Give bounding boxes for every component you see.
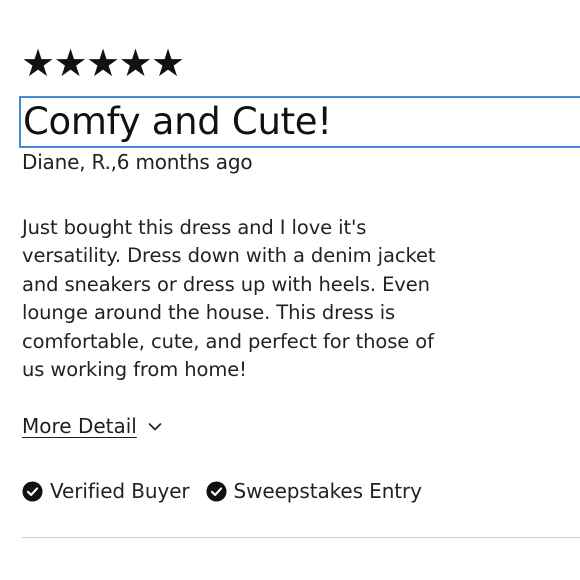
- star-rating: ★ ★ ★ ★ ★: [21, 41, 186, 85]
- review-title: Comfy and Cute!: [23, 100, 332, 143]
- verified-buyer-badge: Verified Buyer: [22, 478, 190, 504]
- more-detail-button[interactable]: More Detail: [22, 413, 162, 439]
- star-icon: ★: [86, 41, 121, 85]
- review-title-focus-box[interactable]: Comfy and Cute!: [19, 96, 580, 148]
- check-circle-icon: [22, 480, 43, 502]
- check-circle-icon: [206, 480, 227, 502]
- star-icon: ★: [151, 41, 186, 85]
- more-detail-label: More Detail: [22, 414, 137, 438]
- chevron-down-icon: [148, 423, 162, 431]
- star-icon: ★: [118, 41, 153, 85]
- review-body: Just bought this dress and I love it's v…: [22, 216, 436, 382]
- star-icon: ★: [21, 41, 56, 85]
- review-byline: Diane, R.,6 months ago: [22, 150, 253, 174]
- review-badges: Verified Buyer Sweepstakes Entry: [22, 478, 438, 504]
- sweepstakes-entry-badge: Sweepstakes Entry: [206, 478, 422, 504]
- star-icon: ★: [53, 41, 88, 85]
- badge-label: Verified Buyer: [50, 479, 190, 503]
- review-card: ★ ★ ★ ★ ★ Comfy and Cute! Diane, R.,6 mo…: [0, 0, 580, 580]
- divider: [22, 537, 580, 538]
- badge-label: Sweepstakes Entry: [233, 479, 422, 503]
